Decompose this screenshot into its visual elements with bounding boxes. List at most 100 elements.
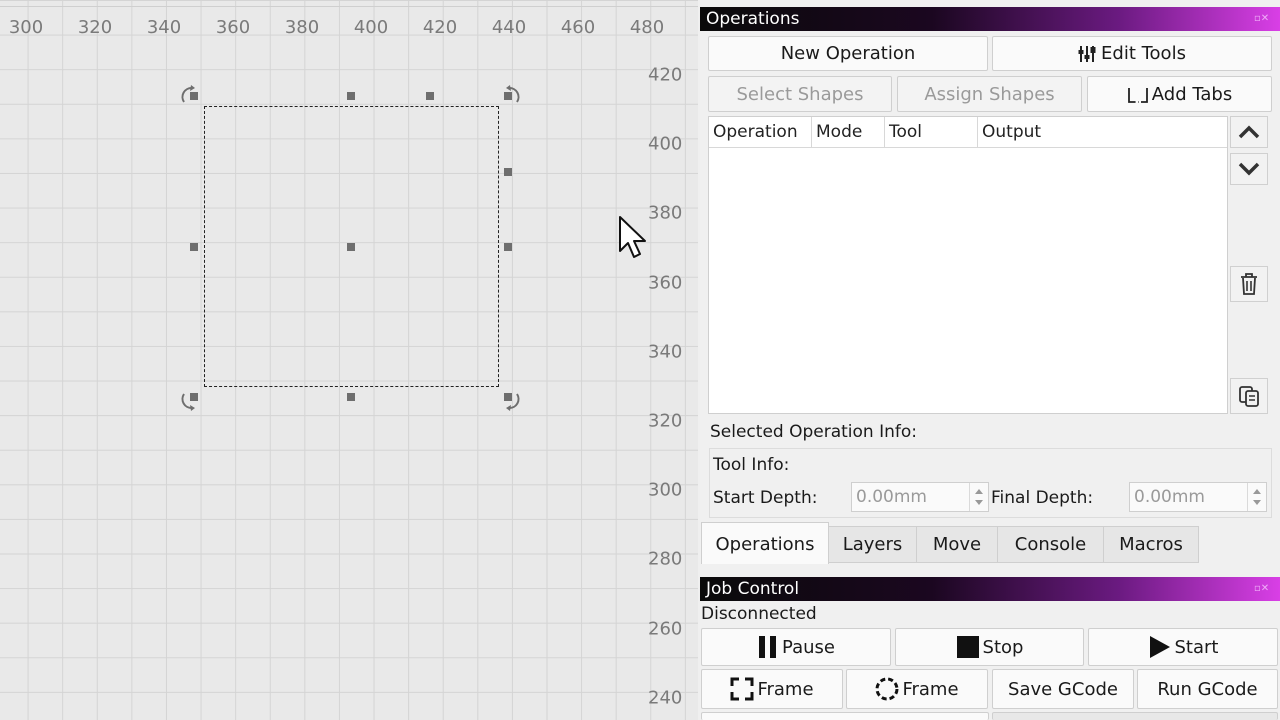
job-control-title: Job Control	[706, 579, 800, 599]
tab-macros[interactable]: Macros	[1103, 526, 1199, 563]
frame-circle-icon	[875, 677, 899, 701]
column-header-output[interactable]: Output	[978, 117, 1227, 147]
stop-label: Stop	[982, 636, 1024, 658]
move-down-button[interactable]	[1230, 153, 1268, 185]
tools-icon	[1078, 44, 1098, 64]
pause-icon	[757, 635, 779, 659]
design-canvas[interactable]: 300 320 340 360 380 400 420 440 460 480 …	[0, 0, 698, 720]
frame-circle-label: Frame	[902, 678, 959, 700]
move-up-button[interactable]	[1230, 116, 1268, 148]
canvas-top-border	[0, 6, 698, 7]
pause-label: Pause	[782, 636, 835, 658]
tab-operations[interactable]: Operations	[701, 522, 829, 564]
operations-table-header: Operation Mode Tool Output	[709, 117, 1227, 148]
tab-bracket-icon	[1127, 84, 1149, 104]
save-gcode-button[interactable]: Save GCode	[992, 669, 1134, 709]
column-header-tool[interactable]: Tool	[885, 117, 978, 147]
frame-circle-button[interactable]: Frame	[846, 669, 988, 709]
y-tick-label: 260	[648, 618, 683, 640]
final-depth-label: Final Depth:	[991, 488, 1094, 508]
start-label: Start	[1174, 636, 1219, 658]
rotate-arrow-icon[interactable]	[501, 390, 523, 412]
stop-icon	[956, 635, 980, 659]
run-gcode-button[interactable]: Run GCode	[1137, 669, 1278, 709]
add-tabs-label: Add Tabs	[1151, 83, 1233, 105]
add-tabs-button[interactable]: Add Tabs	[1087, 76, 1272, 112]
assign-shapes-button[interactable]: Assign Shapes	[897, 76, 1082, 112]
start-depth-input[interactable]: 0.00mm	[851, 482, 989, 512]
y-tick-label: 240	[648, 687, 683, 709]
select-shapes-label: Select Shapes	[736, 83, 864, 105]
mouse-pointer-icon	[619, 216, 646, 258]
y-tick-label: 320	[648, 410, 683, 432]
frame-button[interactable]: Frame	[701, 669, 843, 709]
start-depth-value: 0.00mm	[856, 487, 927, 507]
edit-tools-button[interactable]: Edit Tools	[992, 36, 1272, 71]
tab-console[interactable]: Console	[997, 526, 1104, 563]
final-depth-input[interactable]: 0.00mm	[1129, 482, 1267, 512]
y-tick-label: 400	[648, 133, 683, 155]
job-control-titlebar[interactable]: Job Control ▫✕	[700, 577, 1280, 601]
tab-layers[interactable]: Layers	[828, 526, 917, 563]
final-depth-value: 0.00mm	[1134, 487, 1205, 507]
chevron-down-icon	[1238, 162, 1260, 176]
tool-info-label: Tool Info:	[713, 455, 790, 475]
x-tick-label: 340	[146, 17, 182, 38]
assign-shapes-label: Assign Shapes	[924, 83, 1055, 105]
partial-button-right[interactable]	[992, 712, 1278, 720]
pause-button[interactable]: Pause	[701, 628, 891, 666]
x-tick-label: 460	[560, 17, 596, 38]
resize-handle-top[interactable]	[347, 92, 355, 100]
x-tick-label: 440	[491, 17, 527, 38]
center-handle[interactable]	[347, 243, 355, 251]
run-gcode-label: Run GCode	[1157, 678, 1258, 700]
y-tick-label: 300	[648, 479, 683, 501]
rotate-arrow-icon[interactable]	[501, 84, 523, 106]
resize-handle-bottom[interactable]	[347, 393, 355, 401]
resize-handle-right-upper[interactable]	[504, 168, 512, 176]
resize-handle-left[interactable]	[190, 243, 198, 251]
x-tick-label: 300	[8, 17, 44, 38]
y-tick-label: 420	[648, 64, 683, 86]
y-tick-label: 280	[648, 548, 683, 570]
resize-handle-right[interactable]	[504, 243, 512, 251]
x-tick-label: 320	[77, 17, 113, 38]
partial-button-left[interactable]	[701, 712, 989, 720]
selected-operation-info-label: Selected Operation Info:	[710, 422, 918, 442]
spin-arrows-icon[interactable]	[1247, 483, 1266, 511]
tab-move[interactable]: Move	[916, 526, 998, 563]
operations-titlebar[interactable]: Operations ▫✕	[700, 7, 1280, 31]
column-header-mode[interactable]: Mode	[812, 117, 885, 147]
copy-icon	[1239, 386, 1259, 407]
save-gcode-label: Save GCode	[1008, 678, 1118, 700]
operations-table[interactable]: Operation Mode Tool Output	[708, 116, 1228, 414]
dock-float-close-icon[interactable]: ▫✕	[1254, 583, 1276, 595]
new-operation-button[interactable]: New Operation	[708, 36, 988, 71]
x-tick-label: 380	[284, 17, 320, 38]
connection-status: Disconnected	[701, 604, 817, 624]
x-tick-label: 400	[353, 17, 389, 38]
start-button[interactable]: Start	[1088, 628, 1278, 666]
new-operation-label: New Operation	[780, 43, 916, 64]
rotate-arrow-icon[interactable]	[178, 84, 200, 106]
delete-operation-button[interactable]	[1230, 266, 1268, 302]
y-tick-label: 380	[648, 202, 683, 224]
x-tick-label: 480	[629, 17, 665, 38]
play-icon	[1148, 635, 1172, 659]
resize-handle-top-extra[interactable]	[426, 92, 434, 100]
trash-icon	[1241, 273, 1257, 295]
dock-float-close-icon[interactable]: ▫✕	[1254, 13, 1276, 25]
duplicate-operation-button[interactable]	[1230, 378, 1268, 414]
frame-label: Frame	[757, 678, 814, 700]
right-dock-panel: Operations ▫✕ New Operation Edit Tools S…	[700, 0, 1280, 720]
y-tick-label: 340	[648, 341, 683, 363]
spin-arrows-icon[interactable]	[969, 483, 988, 511]
column-header-operation[interactable]: Operation	[709, 117, 812, 147]
chevron-up-icon	[1238, 125, 1260, 139]
y-tick-label: 360	[648, 272, 683, 294]
rotate-arrow-icon[interactable]	[178, 390, 200, 412]
edit-tools-label: Edit Tools	[1101, 43, 1186, 64]
select-shapes-button[interactable]: Select Shapes	[708, 76, 892, 112]
start-depth-label: Start Depth:	[713, 488, 818, 508]
stop-button[interactable]: Stop	[895, 628, 1084, 666]
